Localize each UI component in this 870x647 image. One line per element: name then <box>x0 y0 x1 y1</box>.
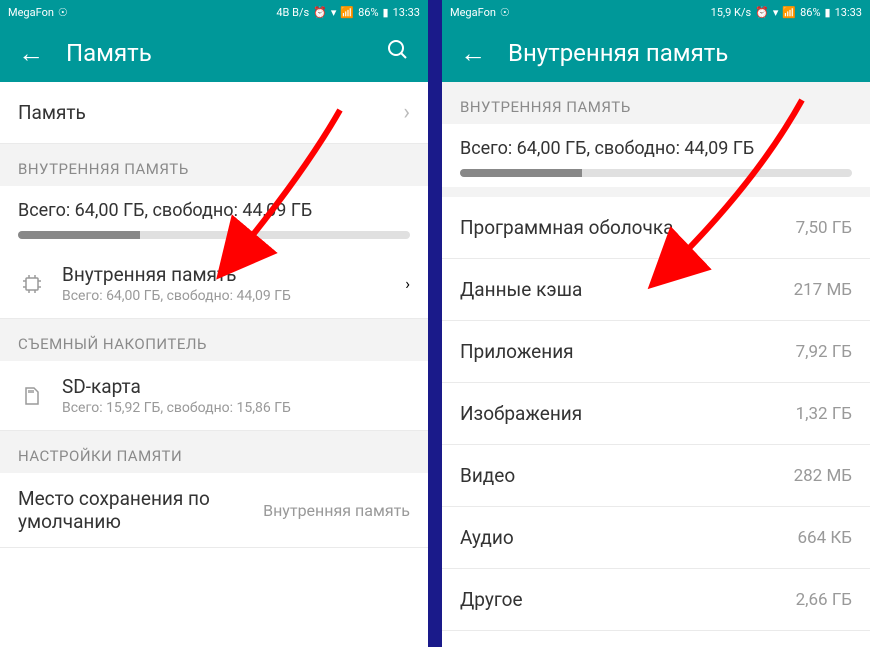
internal-sub: Всего: 64,00 ГБ, свободно: 44,09 ГБ <box>62 288 389 304</box>
chevron-right-icon: › <box>405 274 410 293</box>
storage-summary: Всего: 64,00 ГБ, свободно: 44,09 ГБ <box>0 186 428 249</box>
sd-card-icon <box>18 382 46 410</box>
default-location-row[interactable]: Место сохранения по умолчанию Внутренняя… <box>0 473 428 548</box>
search-icon[interactable] <box>386 38 410 68</box>
wifi-icon: ▾ <box>773 6 779 19</box>
section-internal: ВНУТРЕННЯЯ ПАМЯТЬ <box>442 82 870 124</box>
default-location-value: Внутренняя память <box>263 501 410 520</box>
row-label: Видео <box>460 464 794 487</box>
section-removable: СЪЕМНЫЙ НАКОПИТЕЛЬ <box>0 319 428 361</box>
speed-label: 15,9 K/s <box>711 6 752 19</box>
app-header: ← Память <box>0 24 428 82</box>
left-screen: MegaFon ☉ 4В B/s ⏰ ▾ 📶 86% ▮ 13:33 ← Пам… <box>0 0 428 647</box>
section-settings: НАСТРОЙКИ ПАМЯТИ <box>0 431 428 473</box>
row-value: 664 КБ <box>797 528 852 548</box>
battery-icon: ▮ <box>825 6 831 19</box>
right-screen: MegaFon ☉ 15,9 K/s ⏰ ▾ 📶 86% ▮ 13:33 ← В… <box>442 0 870 647</box>
time-label: 13:33 <box>835 6 862 19</box>
internal-title: Внутренняя память <box>62 263 389 286</box>
nfc-icon: ☉ <box>500 6 510 19</box>
row-label: Изображения <box>460 402 796 425</box>
back-icon[interactable]: ← <box>460 38 486 69</box>
row-value: 217 МБ <box>794 280 852 300</box>
signal-icon: 📶 <box>782 6 796 19</box>
row-label: Аудио <box>460 526 797 549</box>
row-label: Другое <box>460 588 796 611</box>
row-value: 7,92 ГБ <box>796 342 852 362</box>
page-title: Память <box>66 39 364 67</box>
apps-row[interactable]: Приложения 7,92 ГБ <box>442 321 870 383</box>
row-value: 7,50 ГБ <box>796 218 852 238</box>
video-row[interactable]: Видео 282 МБ <box>442 445 870 507</box>
battery-icon: ▮ <box>383 6 389 19</box>
row-label: Программная оболочка <box>460 216 796 239</box>
alarm-icon: ⏰ <box>313 6 327 19</box>
internal-storage-row[interactable]: Внутренняя память Всего: 64,00 ГБ, свобо… <box>0 249 428 319</box>
chip-icon <box>18 270 46 298</box>
page-title: Внутренняя память <box>508 39 852 67</box>
storage-summary: Всего: 64,00 ГБ, свободно: 44,09 ГБ <box>442 124 870 187</box>
default-location-title: Место сохранения по умолчанию <box>18 487 263 533</box>
alarm-icon: ⏰ <box>755 6 769 19</box>
carrier-label: MegaFon <box>450 6 496 19</box>
section-internal: ВНУТРЕННЯЯ ПАМЯТЬ <box>0 144 428 186</box>
back-icon[interactable]: ← <box>18 38 44 69</box>
images-row[interactable]: Изображения 1,32 ГБ <box>442 383 870 445</box>
battery-label: 86% <box>358 6 378 19</box>
sd-card-row[interactable]: SD-карта Всего: 15,92 ГБ, свободно: 15,8… <box>0 361 428 431</box>
progress-bar <box>18 231 410 239</box>
time-label: 13:33 <box>393 6 420 19</box>
carrier-label: MegaFon <box>8 6 54 19</box>
gap <box>442 187 870 197</box>
row-value: 1,32 ГБ <box>796 404 852 424</box>
system-row[interactable]: Программная оболочка 7,50 ГБ <box>442 197 870 259</box>
status-bar: MegaFon ☉ 15,9 K/s ⏰ ▾ 📶 86% ▮ 13:33 <box>442 0 870 24</box>
nfc-icon: ☉ <box>58 6 68 19</box>
speed-label: 4В B/s <box>276 6 309 19</box>
progress-bar <box>460 169 852 177</box>
row-label: Приложения <box>460 340 796 363</box>
signal-icon: 📶 <box>340 6 354 19</box>
wifi-icon: ▾ <box>331 6 337 19</box>
memory-label: Память <box>18 101 395 124</box>
row-value: 282 МБ <box>794 466 852 486</box>
status-bar: MegaFon ☉ 4В B/s ⏰ ▾ 📶 86% ▮ 13:33 <box>0 0 428 24</box>
cache-row[interactable]: Данные кэша 217 МБ <box>442 259 870 321</box>
row-label: Данные кэша <box>460 278 794 301</box>
memory-row[interactable]: Память › <box>0 82 428 144</box>
summary-text: Всего: 64,00 ГБ, свободно: 44,09 ГБ <box>18 200 410 221</box>
chevron-right-icon: › <box>403 100 410 125</box>
app-header: ← Внутренняя память <box>442 24 870 82</box>
row-value: 2,66 ГБ <box>796 590 852 610</box>
battery-label: 86% <box>800 6 820 19</box>
summary-text: Всего: 64,00 ГБ, свободно: 44,09 ГБ <box>460 138 852 159</box>
other-row[interactable]: Другое 2,66 ГБ <box>442 569 870 631</box>
audio-row[interactable]: Аудио 664 КБ <box>442 507 870 569</box>
sd-sub: Всего: 15,92 ГБ, свободно: 15,86 ГБ <box>62 400 410 416</box>
sd-title: SD-карта <box>62 375 410 398</box>
